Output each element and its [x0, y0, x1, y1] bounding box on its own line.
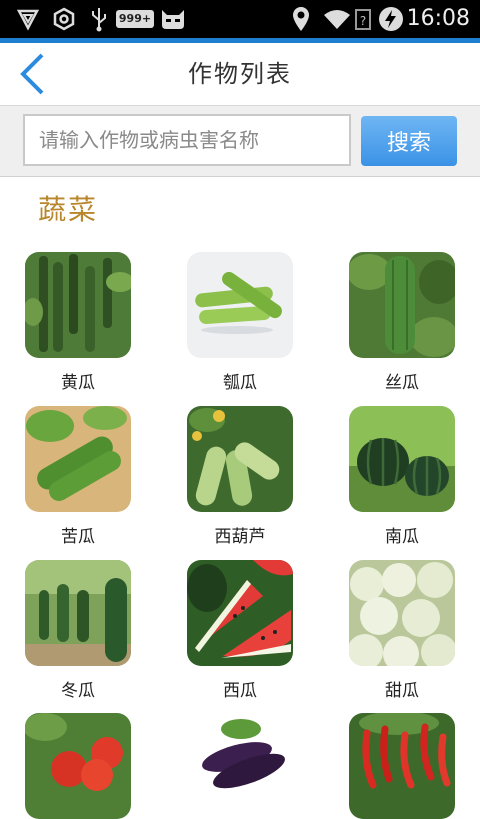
watermelon-photo — [187, 560, 293, 666]
eggplant-photo — [187, 713, 293, 819]
vpn-shield-icon — [14, 0, 42, 38]
page-title: 作物列表 — [188, 60, 292, 88]
crop-label: 苦瓜 — [61, 527, 95, 547]
crop-item-chili-pepper[interactable] — [349, 713, 457, 819]
wax-gourd-photo — [25, 560, 131, 666]
crop-item-tomato[interactable] — [25, 713, 133, 819]
crop-label: 甜瓜 — [385, 681, 419, 701]
crop-item-bitter-melon[interactable]: 苦瓜 — [25, 406, 133, 547]
android-cat-icon — [158, 0, 188, 38]
crop-label: 瓠瓜 — [223, 373, 257, 393]
notification-badge: 999+ — [115, 10, 155, 28]
crop-label: 西瓜 — [223, 681, 257, 701]
tomato-photo — [25, 713, 131, 819]
search-bar: 搜索 — [0, 106, 480, 177]
charging-icon — [376, 0, 406, 38]
crop-label: 冬瓜 — [61, 681, 95, 701]
crop-label: 丝瓜 — [385, 373, 419, 393]
chili-pepper-photo — [349, 713, 455, 819]
app-header: 作物列表 — [0, 43, 480, 106]
crop-item-zucchini[interactable]: 西葫芦 — [187, 406, 295, 547]
status-time: 16:08 — [406, 6, 470, 31]
wifi-icon — [322, 0, 352, 38]
location-pin-icon — [290, 0, 312, 38]
pumpkin-photo — [349, 406, 455, 512]
signal-icon: ? — [354, 0, 372, 38]
crop-item-eggplant[interactable] — [187, 713, 295, 819]
bitter-melon-photo — [25, 406, 131, 512]
zucchini-photo — [187, 406, 293, 512]
cucumber-photo — [25, 252, 131, 358]
section-title: 蔬菜 — [38, 193, 99, 226]
crop-item-cucumber[interactable]: 黄瓜 — [25, 252, 133, 393]
crop-item-luffa[interactable]: 丝瓜 — [349, 252, 457, 393]
crop-label: 黄瓜 — [61, 373, 95, 393]
crop-item-melon[interactable]: 甜瓜 — [349, 560, 457, 701]
crop-label: 南瓜 — [385, 527, 419, 547]
crop-item-pumpkin[interactable]: 南瓜 — [349, 406, 457, 547]
target-icon — [50, 0, 78, 38]
luffa-photo — [349, 252, 455, 358]
search-button[interactable]: 搜索 — [361, 116, 457, 166]
search-input[interactable] — [23, 114, 351, 166]
notification-999-icon: 999+ — [115, 0, 155, 38]
crop-label: 西葫芦 — [214, 527, 266, 547]
crop-item-watermelon[interactable]: 西瓜 — [187, 560, 295, 701]
crop-item-bottle-gourd[interactable]: 瓠瓜 — [187, 252, 295, 393]
svg-text:?: ? — [360, 14, 366, 28]
bottle-gourd-photo — [187, 252, 293, 358]
status-bar: 999+ ? 16:08 — [0, 0, 480, 38]
usb-icon — [88, 0, 110, 38]
crop-item-wax-gourd[interactable]: 冬瓜 — [25, 560, 133, 701]
melon-photo — [349, 560, 455, 666]
